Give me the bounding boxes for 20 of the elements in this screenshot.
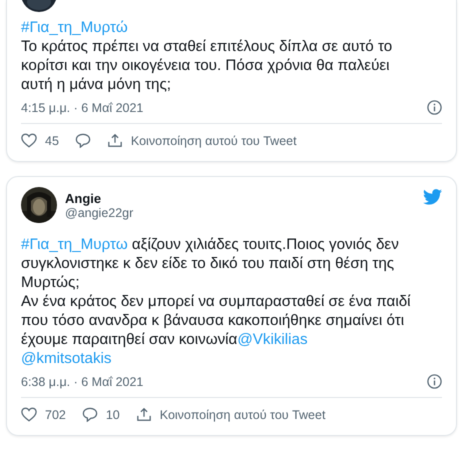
- heart-icon: [21, 133, 37, 148]
- share-icon: [106, 133, 123, 148]
- like-button[interactable]: 702: [21, 404, 66, 425]
- info-icon[interactable]: [427, 100, 442, 115]
- author-name[interactable]: Angie: [65, 190, 415, 206]
- tweet-text: #Για_τη_Μυρτώ Το κράτος πρέπει να σταθεί επιτέλους δίπλα σε αυτό το κορίτσι και την οικογένεια του. Πόσα χρόνια θα παλεύει αυτή η μάνα μόνη της;: [21, 18, 394, 94]
- tweet-text: #Για_τη_Μυρτω αξίζουν χιλιάδες τουιτς.Ποιος γονιός δεν συγκλονιστηκε κ δεν είδε το δικό του παιδί στη θέση της Μυρτώς; Αν ένα κράτος δεν μπορεί να συμπαρασταθεί σε ένα παιδί που τόσο ανανδρα κ βάναυσα κακοποιήθηκε σημαίνει ότι έχουμε παραιτηθεί σαν κοινωνία@Vkikilias @kmitsotakis: [21, 235, 412, 368]
- bird-icon[interactable]: [423, 189, 442, 205]
- info-icon[interactable]: [427, 374, 442, 389]
- reply-button[interactable]: 10: [82, 404, 120, 425]
- speech-bubble-icon: [82, 407, 98, 422]
- share-button[interactable]: Κοινοποίηση αυτού του Tweet: [136, 404, 326, 425]
- tweet-timestamp[interactable]: 4:15 μ.μ. · 6 Μαΐ 2021: [21, 100, 144, 114]
- share-icon: [136, 407, 152, 422]
- share-button[interactable]: Κοινοποίηση αυτού του Tweet: [106, 130, 297, 151]
- speech-bubble-icon: [74, 133, 91, 148]
- author-handle[interactable]: @angie22gr: [65, 206, 415, 220]
- tweet-timestamp[interactable]: 6:38 μ.μ. · 6 Μαΐ 2021: [21, 374, 144, 388]
- heart-icon: [21, 407, 37, 422]
- like-button[interactable]: 45: [21, 130, 59, 151]
